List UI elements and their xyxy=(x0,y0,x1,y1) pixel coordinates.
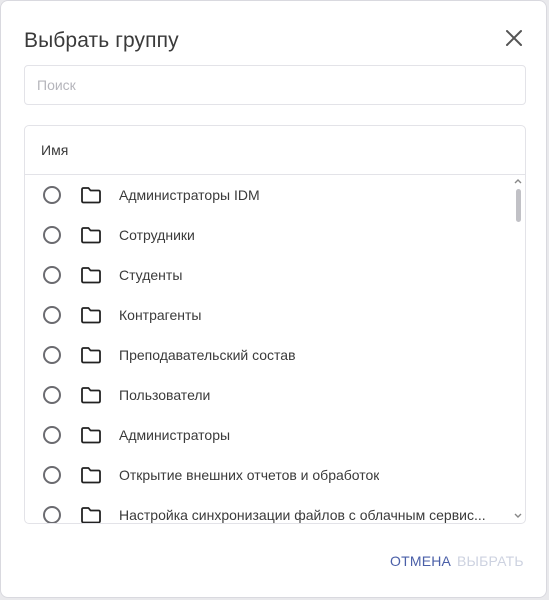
radio-button[interactable] xyxy=(43,306,61,324)
group-name: Студенты xyxy=(119,267,183,283)
radio-button[interactable] xyxy=(43,466,61,484)
radio-button[interactable] xyxy=(43,266,61,284)
radio-button[interactable] xyxy=(43,346,61,364)
folder-icon xyxy=(81,267,101,284)
folder-icon xyxy=(81,187,101,204)
radio-button[interactable] xyxy=(43,426,61,444)
group-name: Настройка синхронизации файлов с облачны… xyxy=(119,507,486,523)
select-group-dialog: Выбрать группу Имя Администраторы IDM Со… xyxy=(0,0,547,598)
folder-icon xyxy=(81,507,101,523)
group-name: Администраторы IDM xyxy=(119,187,260,203)
radio-button[interactable] xyxy=(43,226,61,244)
select-button[interactable]: ВЫБРАТЬ xyxy=(457,553,524,569)
close-icon[interactable] xyxy=(503,27,525,49)
folder-icon xyxy=(81,307,101,324)
cancel-button[interactable]: ОТМЕНА xyxy=(390,553,451,569)
radio-button[interactable] xyxy=(43,386,61,404)
search-input[interactable] xyxy=(24,65,526,105)
groups-table: Имя Администраторы IDM Сотрудники Студен… xyxy=(24,125,526,524)
group-row[interactable]: Студенты xyxy=(25,255,525,295)
folder-icon xyxy=(81,227,101,244)
chevron-up-icon[interactable] xyxy=(514,178,522,184)
group-row[interactable]: Администраторы xyxy=(25,415,525,455)
groups-list: Администраторы IDM Сотрудники Студенты К… xyxy=(25,175,525,523)
group-name: Сотрудники xyxy=(119,227,195,243)
group-row[interactable]: Контрагенты xyxy=(25,295,525,335)
chevron-down-icon[interactable] xyxy=(514,513,522,519)
group-row[interactable]: Открытие внешних отчетов и обработок xyxy=(25,455,525,495)
group-name: Открытие внешних отчетов и обработок xyxy=(119,467,380,483)
group-row[interactable]: Сотрудники xyxy=(25,215,525,255)
group-row[interactable]: Пользователи xyxy=(25,375,525,415)
folder-icon xyxy=(81,427,101,444)
scroll-thumb[interactable] xyxy=(516,189,521,222)
group-name: Пользователи xyxy=(119,387,211,403)
dialog-title: Выбрать группу xyxy=(24,29,179,52)
group-row[interactable]: Преподавательский состав xyxy=(25,335,525,375)
folder-icon xyxy=(81,347,101,364)
group-name: Преподавательский состав xyxy=(119,347,296,363)
radio-button[interactable] xyxy=(43,186,61,204)
group-name: Администраторы xyxy=(119,427,231,443)
scrollbar[interactable] xyxy=(511,175,525,523)
group-name: Контрагенты xyxy=(119,307,202,323)
radio-button[interactable] xyxy=(43,506,61,523)
group-row[interactable]: Администраторы IDM xyxy=(25,175,525,215)
folder-icon xyxy=(81,387,101,404)
column-header-name: Имя xyxy=(25,126,525,175)
group-row[interactable]: Настройка синхронизации файлов с облачны… xyxy=(25,495,525,523)
folder-icon xyxy=(81,467,101,484)
